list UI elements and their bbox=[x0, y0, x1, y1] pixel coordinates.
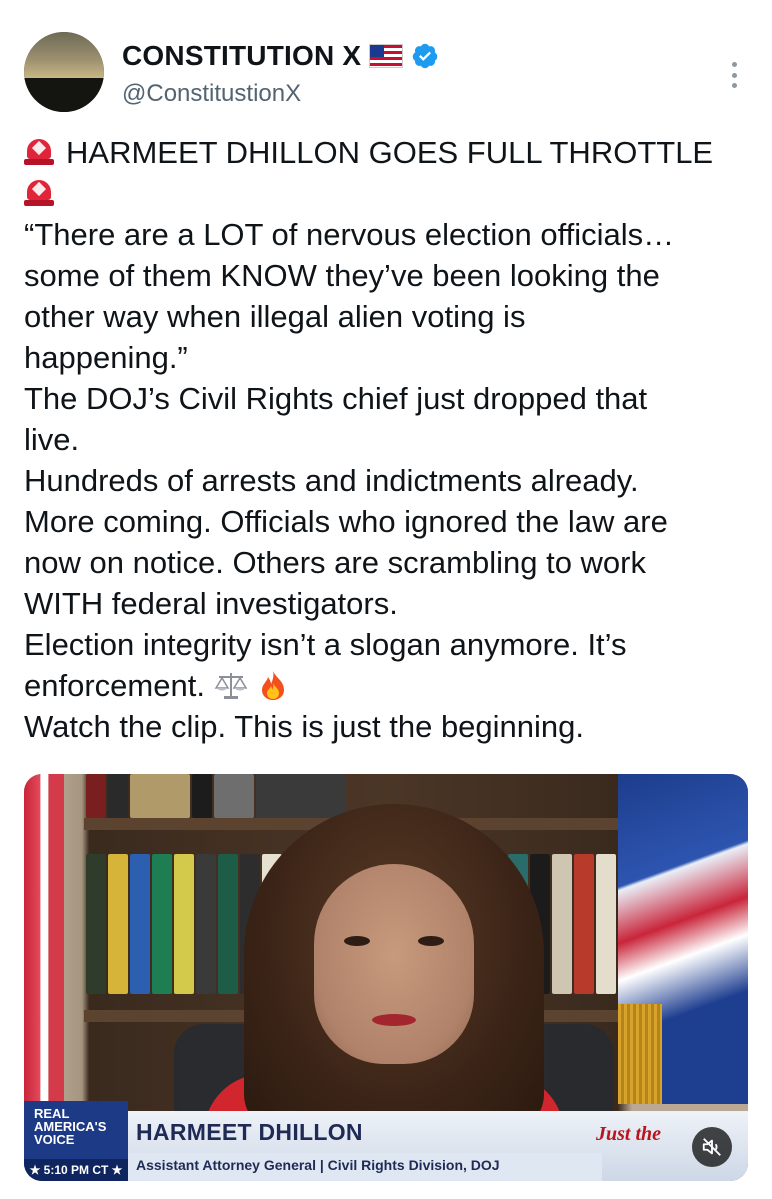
network-logo-line3: VOICE bbox=[34, 1132, 75, 1147]
tweet-text: HARMEET DHILLON GOES FULL THROTTLE “Ther… bbox=[24, 132, 754, 747]
avatar-sky bbox=[24, 32, 104, 78]
lower-third-name: HARMEET DHILLON bbox=[136, 1119, 363, 1145]
show-logo: Just the bbox=[596, 1123, 662, 1145]
us-flag-icon bbox=[369, 44, 404, 68]
speaker bbox=[244, 804, 544, 1134]
tweet-header: CONSTITUTION X @ConstitustionX bbox=[24, 32, 748, 116]
balance-scale-icon bbox=[214, 673, 247, 699]
police-car-light-icon bbox=[24, 178, 54, 208]
text-line: “There are a LOT of nervous election off… bbox=[24, 217, 675, 252]
text-line: WITH federal investigators. bbox=[24, 586, 398, 621]
speaker-right-eye bbox=[418, 936, 444, 946]
text-line: enforcement. bbox=[24, 665, 754, 706]
author-display-name[interactable]: CONSTITUTION X bbox=[122, 40, 361, 72]
network-logo: REAL AMERICA'S VOICE ★ 5:10 PM CT ★ bbox=[24, 1101, 128, 1181]
author-handle[interactable]: @ConstitustionX bbox=[122, 80, 301, 108]
more-options-icon[interactable] bbox=[730, 62, 738, 88]
mute-button[interactable] bbox=[692, 1127, 732, 1167]
text-line: HARMEET DHILLON GOES FULL THROTTLE bbox=[24, 132, 754, 173]
text-line bbox=[24, 173, 754, 214]
network-logo-text: REAL AMERICA'S VOICE bbox=[34, 1107, 106, 1146]
news-lower-third: REAL AMERICA'S VOICE ★ 5:10 PM CT ★ HARM… bbox=[24, 1101, 748, 1181]
author-avatar[interactable] bbox=[24, 32, 104, 112]
broadcast-time: ★ 5:10 PM CT ★ bbox=[24, 1159, 128, 1181]
text-line: some of them KNOW they’ve been looking t… bbox=[24, 258, 660, 293]
avatar-horizon bbox=[24, 78, 104, 112]
mute-icon bbox=[702, 1138, 721, 1156]
speaker-face bbox=[314, 864, 474, 1064]
video-player[interactable]: REAL AMERICA'S VOICE ★ 5:10 PM CT ★ HARM… bbox=[24, 774, 748, 1181]
text-line: now on notice. Others are scrambling to … bbox=[24, 545, 646, 580]
speaker-mouth bbox=[372, 1014, 416, 1026]
headline-text: HARMEET DHILLON GOES FULL THROTTLE bbox=[66, 135, 714, 170]
speaker-left-eye bbox=[344, 936, 370, 946]
text-line: Watch the clip. This is just the beginni… bbox=[24, 709, 585, 744]
police-car-light-icon bbox=[24, 137, 54, 167]
enforcement-text: enforcement. bbox=[24, 668, 205, 703]
text-line: More coming. Officials who ignored the l… bbox=[24, 504, 668, 539]
text-line: Election integrity isn’t a slogan anymor… bbox=[24, 627, 627, 662]
lower-third-title: Assistant Attorney General | Civil Right… bbox=[136, 1157, 500, 1173]
text-line: live. bbox=[24, 422, 80, 457]
text-line: Hundreds of arrests and indictments alre… bbox=[24, 463, 639, 498]
text-line: The DOJ’s Civil Rights chief just droppe… bbox=[24, 381, 648, 416]
text-line: other way when illegal alien voting is bbox=[24, 299, 526, 334]
flag-fringe bbox=[618, 1004, 662, 1104]
text-line: happening.” bbox=[24, 340, 188, 375]
american-flag bbox=[24, 774, 64, 1114]
verified-badge-icon bbox=[412, 43, 438, 69]
fire-icon bbox=[262, 671, 285, 700]
author-name-row: CONSTITUTION X bbox=[122, 38, 439, 74]
